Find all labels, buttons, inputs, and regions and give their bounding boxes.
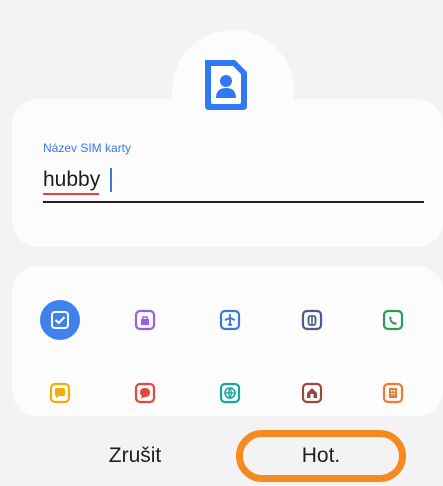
phone-icon bbox=[382, 309, 404, 331]
icon-option-speech[interactable] bbox=[125, 373, 165, 413]
icon-option-luggage[interactable] bbox=[292, 300, 332, 340]
luggage-icon bbox=[301, 309, 323, 331]
icon-option-home[interactable] bbox=[292, 373, 332, 413]
sim-name-input[interactable]: hubby bbox=[43, 168, 100, 192]
icon-option-building[interactable] bbox=[373, 373, 413, 413]
icon-option-bag[interactable] bbox=[125, 300, 165, 340]
sim-name-label: Název SIM karty bbox=[43, 141, 132, 155]
speech-bubble-icon bbox=[134, 382, 156, 404]
icon-option-checkbox[interactable] bbox=[40, 300, 80, 340]
sim-card-icon bbox=[205, 60, 247, 110]
bag-icon bbox=[134, 309, 156, 331]
icon-option-airplane[interactable] bbox=[210, 300, 250, 340]
cancel-button[interactable]: Zrušit bbox=[70, 430, 200, 482]
building-icon bbox=[382, 382, 404, 404]
chat-icon bbox=[49, 382, 71, 404]
icon-option-chat[interactable] bbox=[40, 373, 80, 413]
spellcheck-underline bbox=[43, 193, 99, 195]
checkbox-icon bbox=[51, 311, 69, 329]
airplane-icon bbox=[219, 309, 241, 331]
done-button[interactable]: Hot. bbox=[236, 430, 406, 482]
input-underline bbox=[43, 201, 424, 203]
icon-option-globe[interactable] bbox=[210, 373, 250, 413]
text-cursor bbox=[110, 168, 112, 192]
home-icon bbox=[301, 382, 323, 404]
globe-icon bbox=[219, 382, 241, 404]
icon-option-phone[interactable] bbox=[373, 300, 413, 340]
